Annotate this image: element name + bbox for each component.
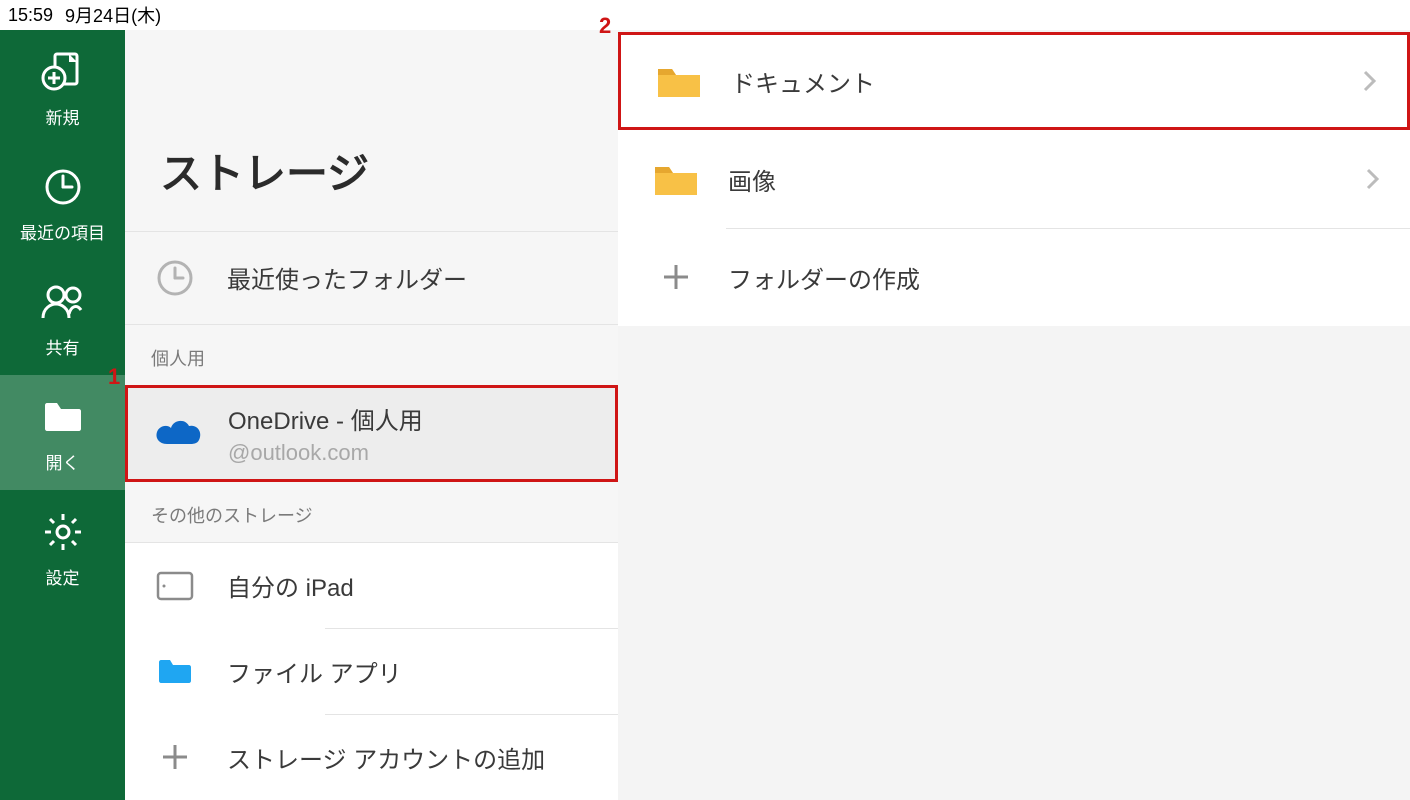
- nav-open-label: 開く: [46, 449, 80, 474]
- nav-recent-label: 最近の項目: [20, 219, 105, 244]
- storage-column: ストレージ 最近使ったフォルダー 個人用 1 OneDrive - 個人用: [125, 30, 618, 800]
- status-date: 9月24日(木): [65, 2, 161, 28]
- nav-new-label: 新規: [46, 104, 80, 129]
- onedrive-email: @outlook.com: [228, 440, 423, 466]
- create-folder-row[interactable]: フォルダーの作成: [618, 228, 1410, 326]
- clock-outline-icon: [147, 258, 203, 298]
- recent-folders-label: 最近使ったフォルダー: [227, 260, 467, 295]
- plus-icon: [147, 741, 203, 773]
- folder-item-documents[interactable]: 2 ドキュメント: [618, 32, 1410, 130]
- nav-new[interactable]: 新規: [0, 30, 125, 145]
- detail-column: 2 ドキュメント: [618, 30, 1410, 800]
- folder-list: 2 ドキュメント: [618, 32, 1410, 326]
- nav-shared-label: 共有: [46, 334, 80, 359]
- create-folder-label: フォルダーの作成: [728, 260, 1380, 295]
- folder-icon: [648, 159, 704, 199]
- nav-shared[interactable]: 共有: [0, 260, 125, 375]
- status-time: 15:59: [8, 5, 53, 26]
- folder-documents-label: ドキュメント: [731, 64, 1363, 99]
- new-doc-icon: [41, 50, 85, 94]
- nav-settings[interactable]: 設定: [0, 490, 125, 605]
- onedrive-title: OneDrive - 個人用: [228, 401, 423, 436]
- status-bar: 15:59 9月24日(木): [0, 0, 1410, 30]
- storage-item-ipad-label: 自分の iPad: [227, 568, 354, 603]
- nav-open[interactable]: 開く: [0, 375, 125, 490]
- people-icon: [41, 280, 85, 324]
- section-other-label: その他のストレージ: [125, 482, 618, 542]
- onedrive-personal-row[interactable]: 1 OneDrive - 個人用 @outlook.com: [125, 385, 618, 482]
- divider: [325, 714, 618, 715]
- storage-item-ipad[interactable]: 自分の iPad: [125, 542, 618, 628]
- storage-item-files-app[interactable]: ファイル アプリ: [125, 628, 618, 714]
- chevron-right-icon: [1363, 70, 1377, 92]
- divider: [726, 228, 1410, 229]
- chevron-right-icon: [1366, 168, 1380, 190]
- annotation-marker-2: 2: [599, 13, 611, 39]
- tablet-icon: [147, 570, 203, 602]
- section-personal-label: 個人用: [125, 325, 618, 385]
- nav-recent[interactable]: 最近の項目: [0, 145, 125, 260]
- divider: [325, 628, 618, 629]
- onedrive-icon: [150, 416, 206, 450]
- storage-add-account-label: ストレージ アカウントの追加: [227, 740, 545, 775]
- folder-open-icon: [41, 395, 85, 439]
- recent-folders-row[interactable]: 最近使ったフォルダー: [125, 232, 618, 325]
- files-app-icon: [147, 655, 203, 687]
- folder-item-images[interactable]: 画像: [618, 130, 1410, 228]
- annotation-marker-1: 1: [108, 364, 120, 390]
- plus-icon: [648, 261, 704, 293]
- folder-images-label: 画像: [728, 162, 1366, 197]
- app-sidebar: 新規 最近の項目 共有: [0, 30, 125, 800]
- nav-settings-label: 設定: [46, 564, 80, 589]
- gear-icon: [41, 510, 85, 554]
- clock-icon: [41, 165, 85, 209]
- storage-title: ストレージ: [160, 140, 618, 201]
- storage-title-block: ストレージ: [125, 30, 618, 232]
- folder-icon: [651, 61, 707, 101]
- storage-add-account[interactable]: ストレージ アカウントの追加: [125, 714, 618, 800]
- onedrive-texts: OneDrive - 個人用 @outlook.com: [228, 401, 423, 466]
- storage-item-files-app-label: ファイル アプリ: [227, 654, 402, 689]
